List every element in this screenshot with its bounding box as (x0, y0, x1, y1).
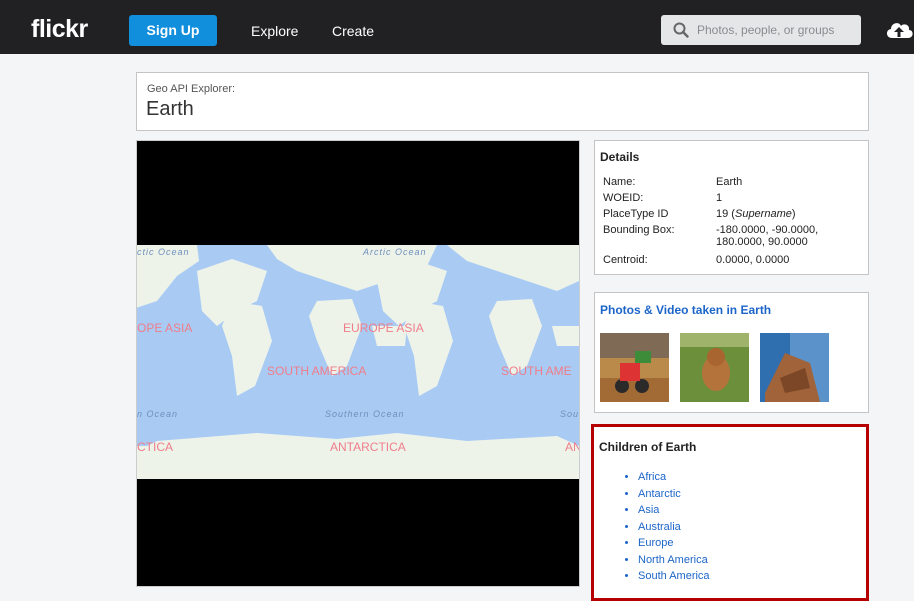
search-placeholder: Photos, people, or groups (697, 23, 835, 37)
map-label: Southern Ocean (325, 409, 405, 419)
map-label: Arctic Ocean (363, 247, 427, 257)
photo-thumbnail[interactable] (760, 333, 829, 402)
detail-label: PlaceType ID (603, 208, 669, 220)
details-heading: Details (600, 150, 640, 164)
page-subtitle: Geo API Explorer: (147, 83, 236, 95)
map-label: SOUTH AME (501, 364, 572, 378)
detail-value-placetype: 19 (Supername) (716, 208, 796, 220)
detail-value: 0.0000, 0.0000 (716, 254, 790, 266)
placetype-id: 19 (716, 208, 729, 220)
detail-label: Bounding Box: (603, 224, 675, 236)
search-input[interactable]: Photos, people, or groups (661, 15, 861, 45)
photos-heading-link[interactable]: Photos & Video taken in Earth (600, 303, 771, 317)
child-link-europe[interactable]: Europe (638, 537, 673, 549)
world-map[interactable]: ctic Ocean Arctic Ocean OPE ASIA EUROPE … (136, 140, 580, 587)
map-label: OPE ASIA (137, 321, 193, 335)
detail-value: -180.0000, -90.0000, 180.0000, 90.0000 (716, 224, 819, 248)
upload-cloud-icon[interactable] (884, 18, 914, 40)
list-item: Antarctic (638, 486, 710, 503)
flickr-logo[interactable]: flickr (31, 15, 88, 44)
photos-panel: Photos & Video taken in Earth (594, 292, 869, 413)
detail-value: 1 (716, 192, 723, 204)
children-panel: Children of Earth Africa Antarctic Asia … (591, 424, 869, 601)
details-panel: Details Name: Earth WOEID: 1 PlaceType I… (594, 140, 869, 275)
list-item: Africa (638, 469, 710, 486)
top-navigation-bar: flickr Sign Up Explore Create Photos, pe… (0, 0, 914, 54)
photo-thumbnail[interactable] (600, 333, 669, 402)
children-heading: Children of Earth (599, 440, 697, 454)
child-link-antarctic[interactable]: Antarctic (638, 488, 681, 500)
map-label: EUROPE ASIA (343, 321, 424, 335)
map-label: SOUTH AMERICA (267, 364, 367, 378)
search-icon (673, 22, 689, 38)
map-label: AN (565, 440, 579, 454)
detail-label: WOEID: (603, 192, 644, 204)
children-list: Africa Antarctic Asia Australia Europe N… (618, 469, 710, 585)
photo-thumbnail[interactable] (680, 333, 749, 402)
detail-label: Centroid: (603, 254, 648, 266)
page-title: Earth (146, 98, 194, 120)
nav-explore[interactable]: Explore (251, 23, 298, 39)
nav-create[interactable]: Create (332, 23, 374, 39)
child-link-asia[interactable]: Asia (638, 504, 659, 516)
child-link-south-america[interactable]: South America (638, 570, 710, 582)
child-link-africa[interactable]: Africa (638, 471, 666, 483)
map-label: ctic Ocean (137, 247, 190, 257)
list-item: South America (638, 568, 710, 585)
list-item: Europe (638, 535, 710, 552)
list-item: Asia (638, 502, 710, 519)
child-link-australia[interactable]: Australia (638, 521, 681, 533)
page-header: Geo API Explorer: Earth (136, 72, 869, 131)
map-label: CTICA (137, 440, 173, 454)
detail-label: Name: (603, 176, 636, 188)
map-label: ANTARCTICA (330, 440, 406, 454)
child-link-north-america[interactable]: North America (638, 554, 708, 566)
list-item: North America (638, 552, 710, 569)
list-item: Australia (638, 519, 710, 536)
detail-value: Earth (716, 176, 743, 188)
placetype-name: Supername (734, 208, 792, 220)
map-label: Sou (560, 409, 580, 419)
sign-up-button[interactable]: Sign Up (129, 15, 217, 46)
map-label: n Ocean (137, 409, 179, 419)
